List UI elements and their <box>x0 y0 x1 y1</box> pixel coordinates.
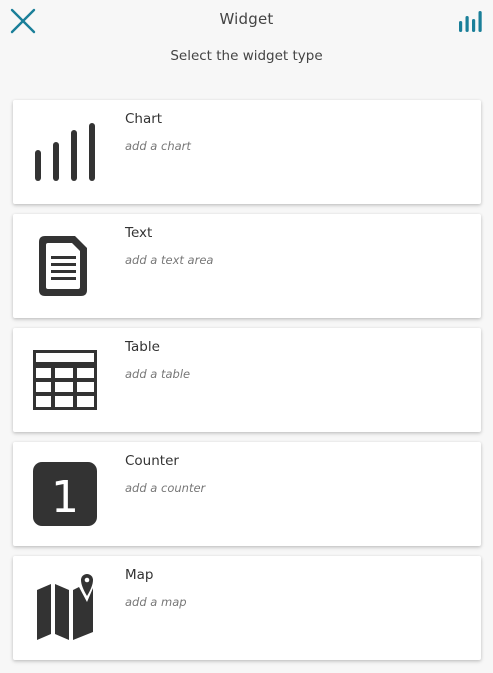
counter-icon: 1 <box>31 460 99 528</box>
widget-card-title: Counter <box>125 453 179 469</box>
page-title: Widget <box>219 10 274 28</box>
page-subtitle: Select the widget type <box>170 48 323 64</box>
widget-card-title: Table <box>125 339 160 355</box>
widget-card-map[interactable]: Map add a map <box>13 556 481 660</box>
table-icon <box>31 346 99 414</box>
widget-card-counter[interactable]: 1 Counter add a counter <box>13 442 481 546</box>
widget-card-table[interactable]: Table add a table <box>13 328 481 432</box>
widget-card-title: Chart <box>125 111 163 127</box>
widget-card-title: Text <box>125 225 153 241</box>
chart-toggle-button[interactable] <box>455 6 485 36</box>
bar-chart-icon <box>31 118 99 186</box>
widget-card-description: add a map <box>125 595 187 609</box>
document-icon <box>31 232 99 300</box>
widget-card-chart[interactable]: Chart add a chart <box>13 100 481 204</box>
widget-card-description: add a counter <box>125 481 206 495</box>
widget-card-description: add a text area <box>125 253 214 267</box>
widget-card-description: add a chart <box>125 139 191 153</box>
widget-card-description: add a table <box>125 367 191 381</box>
counter-icon-digit: 1 <box>51 472 79 523</box>
widget-type-list: Chart add a chart Text add a text area T… <box>13 100 481 670</box>
widget-card-text[interactable]: Text add a text area <box>13 214 481 318</box>
map-icon <box>31 574 99 642</box>
widget-card-title: Map <box>125 567 154 583</box>
bar-chart-icon <box>459 11 482 32</box>
header: Widget <box>0 0 493 40</box>
